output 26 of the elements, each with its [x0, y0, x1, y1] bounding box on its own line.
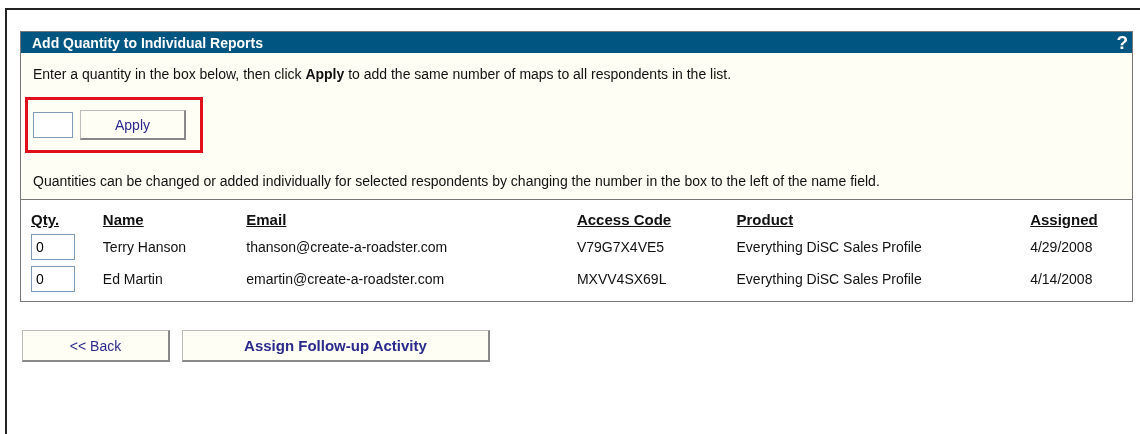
table-cell: 4/29/2008: [1030, 239, 1093, 255]
table-cell: MXVV4SX69L: [576, 271, 667, 287]
column-header[interactable]: Name: [100, 208, 245, 231]
table-cell: Terry Hanson: [102, 239, 187, 255]
back-button[interactable]: << Back: [22, 330, 170, 362]
instruction-text: Enter a quantity in the box below, then click Apply to add the same number of maps to all respondents in the list.: [33, 66, 733, 82]
column-header[interactable]: Email: [244, 208, 575, 231]
column-header[interactable]: Product: [734, 208, 1029, 231]
apply-button[interactable]: Apply: [80, 110, 186, 140]
note-text: Quantities can be changed or added individually for selected respondents by changing the number in the box to the left of the name field.: [33, 173, 881, 189]
quantity-field[interactable]: 0: [31, 234, 75, 260]
table-cell: Ed Martin: [102, 271, 163, 287]
table-cell: 4/14/2008: [1030, 271, 1093, 287]
column-header[interactable]: Qty.: [29, 208, 101, 231]
help-icon[interactable]: ?: [1116, 31, 1128, 54]
table-cell: emartin@create-a-roadster.com: [246, 271, 445, 287]
table-cell: thanson@create-a-roadster.com: [246, 239, 448, 255]
column-header[interactable]: Access Code: [574, 208, 735, 231]
quantity-field[interactable]: [33, 112, 73, 138]
assign-button[interactable]: Assign Follow-up Activity: [182, 330, 490, 362]
table-cell: V79G7X4VE5: [576, 239, 665, 255]
quantity-field[interactable]: 0: [31, 266, 75, 292]
column-header[interactable]: Assigned: [1028, 208, 1132, 231]
table-cell: Everything DiSC Sales Profile: [736, 239, 922, 255]
table-cell: Everything DiSC Sales Profile: [736, 271, 922, 287]
panel-title: Add Quantity to Individual Reports: [32, 34, 263, 51]
